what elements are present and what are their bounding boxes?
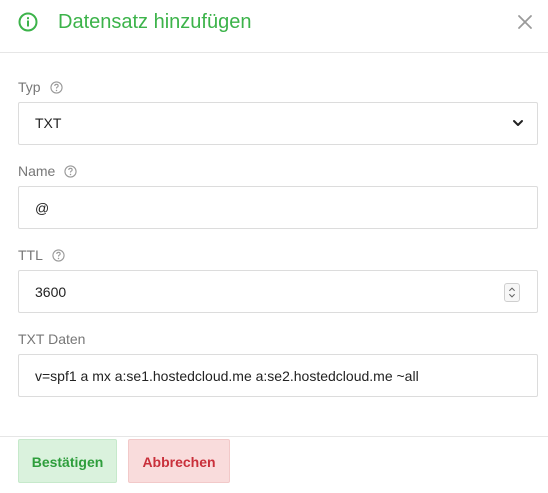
chevron-down-icon — [513, 120, 523, 126]
txt-data-field[interactable] — [18, 354, 538, 397]
help-icon[interactable] — [64, 164, 77, 178]
confirm-button[interactable]: Bestätigen — [18, 439, 117, 483]
close-icon[interactable] — [515, 12, 535, 32]
name-field[interactable] — [18, 186, 538, 229]
dialog-title: Datensatz hinzufügen — [58, 11, 252, 33]
info-circle-icon — [18, 12, 38, 32]
type-select[interactable]: TXT — [18, 102, 538, 145]
help-icon[interactable] — [52, 248, 65, 262]
txt-data-label: TXT Daten — [18, 331, 86, 347]
dialog-footer: Bestätigen Abbrechen — [0, 436, 548, 493]
ttl-label: TTL — [18, 247, 43, 263]
name-label: Name — [18, 163, 56, 179]
add-record-dialog: Datensatz hinzufügen Typ TXT Name TTL — [0, 0, 548, 493]
name-label-row: Name — [18, 163, 77, 179]
type-label: Typ — [18, 79, 41, 95]
cancel-button[interactable]: Abbrechen — [128, 439, 230, 483]
txt-data-input[interactable] — [35, 355, 505, 396]
help-icon[interactable] — [49, 80, 63, 94]
ttl-field[interactable] — [18, 270, 538, 313]
type-select-value: TXT — [35, 115, 62, 131]
name-input[interactable] — [35, 187, 505, 228]
ttl-input[interactable] — [35, 271, 475, 312]
txt-data-label-row: TXT Daten — [18, 331, 85, 347]
type-label-row: Typ — [18, 79, 63, 95]
ttl-label-row: TTL — [18, 247, 65, 263]
number-stepper-icon[interactable] — [504, 283, 520, 302]
dialog-header: Datensatz hinzufügen — [0, 0, 548, 53]
